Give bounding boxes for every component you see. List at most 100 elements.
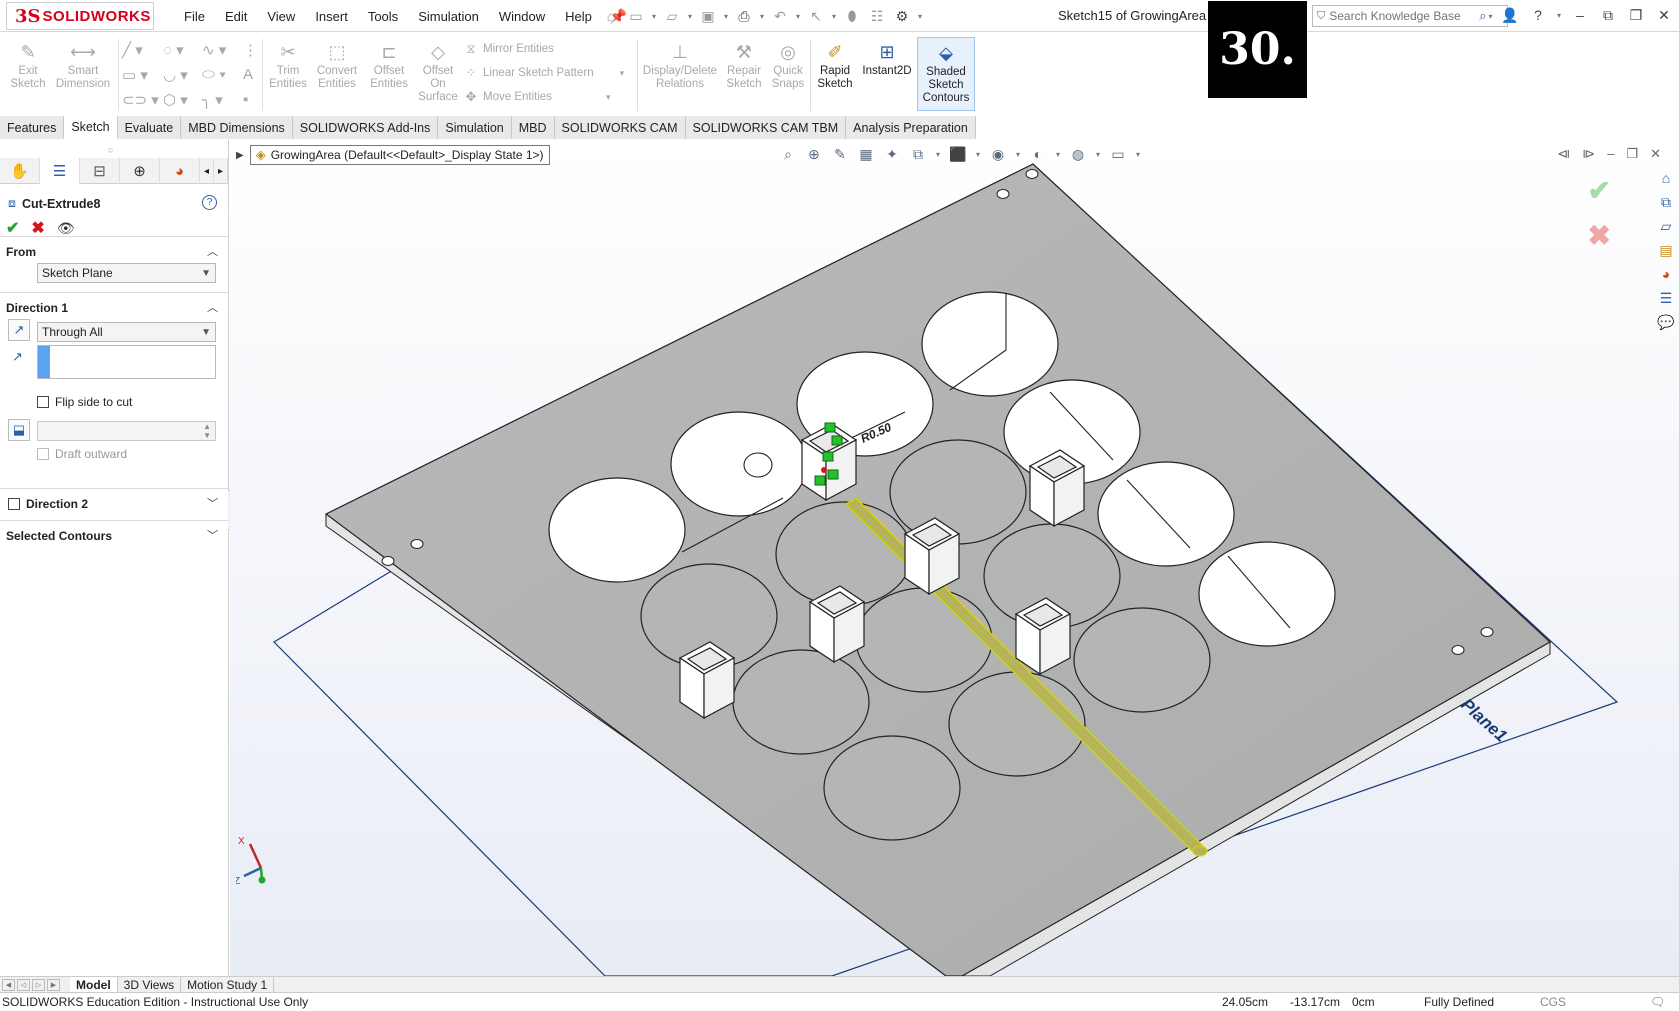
chevron-down-icon[interactable]: ▾ — [830, 12, 838, 21]
zoom-area-icon[interactable]: ⊕ — [804, 144, 824, 164]
previous-view-icon[interactable]: ✎ — [830, 144, 850, 164]
circle-icon[interactable]: ◌ ▾ — [163, 41, 184, 59]
instant2d-button[interactable]: ⊞ Instant2D — [860, 39, 914, 78]
quick-snaps-button[interactable]: ◎ Quick Snaps — [768, 39, 808, 91]
draft-icon[interactable]: ⬓ — [8, 419, 30, 441]
fillet-icon[interactable]: ╮ ▾ — [202, 91, 223, 109]
solidworks-logo[interactable]: 3S SOLIDWORKS — [6, 2, 154, 30]
previous-document-icon[interactable]: ⧏ — [1557, 146, 1570, 162]
selected-contours-section[interactable]: Selected Contours ﹀ — [0, 520, 228, 552]
convert-entities-button[interactable]: ⬚ Convert Entities — [312, 39, 362, 91]
tab-solidworks-cam[interactable]: SOLIDWORKS CAM — [554, 116, 686, 139]
solidworks-resources-icon[interactable]: ⌂ — [1655, 168, 1677, 188]
cancel-x-icon[interactable]: ✖ — [31, 218, 44, 238]
menu-insert[interactable]: Insert — [305, 9, 358, 24]
help-icon[interactable]: ? — [1527, 4, 1549, 26]
reverse-direction-icon[interactable]: ↗ — [8, 319, 30, 341]
menu-help[interactable]: Help — [555, 9, 602, 24]
feature-manager-tab-icon[interactable]: ✋ — [0, 158, 40, 184]
restore-down-icon[interactable]: ❐ — [1625, 4, 1647, 26]
appearances-icon[interactable]: ◕ — [1655, 264, 1677, 284]
chevron-down-icon[interactable]: ▾ — [1094, 150, 1102, 159]
apply-scene-icon[interactable]: ◍ — [1068, 144, 1088, 164]
solidworks-forum-icon[interactable]: 💬 — [1655, 312, 1677, 332]
minimize-icon[interactable]: – — [1569, 4, 1591, 26]
dimxpert-tab-icon[interactable]: ⊕ — [120, 158, 160, 184]
minimize-icon[interactable]: – — [1607, 146, 1614, 162]
search-input[interactable] — [1329, 9, 1480, 23]
offset-entities-button[interactable]: ⊏ Offset Entities — [364, 39, 414, 91]
print-icon[interactable]: ⎙ — [733, 5, 755, 27]
shaded-sketch-contours-button[interactable]: ⬙ Shaded Sketch Contours — [917, 37, 975, 111]
view-palette-icon[interactable]: ▤ — [1655, 240, 1677, 260]
chevron-up-icon[interactable]: ︿ — [207, 299, 218, 315]
view-orientation-icon[interactable]: ⧉ — [908, 144, 928, 164]
chevron-down-icon[interactable]: ▾ — [1054, 150, 1062, 159]
design-library-icon[interactable]: ⧉ — [1655, 192, 1677, 212]
line-icon[interactable]: ╱ ▾ — [122, 41, 143, 59]
rectangle-icon[interactable]: ▭ ▾ — [122, 66, 148, 84]
menu-edit[interactable]: Edit — [215, 9, 257, 24]
end-condition-select[interactable]: Through All ▼ — [37, 322, 216, 342]
rapid-sketch-button[interactable]: ✐ Rapid Sketch — [814, 39, 856, 91]
tree-root-node[interactable]: ◈ GrowingArea (Default<<Default>_Display… — [249, 145, 550, 165]
select-arrow-icon[interactable]: ↖ — [805, 5, 827, 27]
chevron-down-icon[interactable]: ▾ — [758, 12, 766, 21]
direction2-section[interactable]: Direction 2 ﹀ — [0, 488, 228, 520]
open-folder-icon[interactable]: ▱ — [661, 5, 683, 27]
hole[interactable] — [670, 411, 808, 517]
move-entities-button[interactable]: ✥ Move Entities ▾ — [463, 89, 611, 105]
direction-selection-box[interactable] — [37, 345, 216, 379]
hole[interactable] — [855, 587, 993, 693]
tab-3d-views[interactable]: 3D Views — [118, 976, 182, 993]
tab-features[interactable]: Features — [0, 116, 65, 139]
property-manager-tab-icon[interactable]: ☰ — [40, 158, 80, 184]
search-knowledge-base[interactable]: ⛉ ⌕ ▾ — [1312, 5, 1508, 27]
trim-entities-button[interactable]: ✂ Trim Entities — [266, 39, 310, 91]
section-view-icon[interactable]: ▦ — [856, 144, 876, 164]
save-icon[interactable]: ▣ — [697, 5, 719, 27]
next-tab-icon[interactable]: ▷ — [32, 978, 45, 991]
chevron-down-icon[interactable]: ▾ — [1014, 150, 1022, 159]
new-document-icon[interactable]: ▭ — [625, 5, 647, 27]
repair-sketch-button[interactable]: ⚒ Repair Sketch — [722, 39, 766, 91]
hole[interactable] — [548, 477, 686, 583]
flip-side-checkbox[interactable] — [37, 396, 49, 408]
chevron-down-icon[interactable]: ▾ — [650, 12, 658, 21]
chevron-down-icon[interactable]: ▾ — [686, 12, 694, 21]
preview-eye-icon[interactable]: 👁 — [57, 220, 75, 237]
tab-motion-study-1[interactable]: Motion Study 1 — [181, 976, 275, 993]
chevron-up-icon[interactable]: ︿ — [207, 243, 218, 259]
chevron-down-icon[interactable]: ▾ — [934, 150, 942, 159]
hole[interactable] — [823, 735, 961, 841]
view-settings-icon[interactable]: ▭ — [1108, 144, 1128, 164]
display-delete-relations-button[interactable]: ⊥ Display/Delete Relations — [640, 39, 720, 91]
tab-evaluate[interactable]: Evaluate — [117, 116, 182, 139]
smart-dimension-button[interactable]: ⟷ Smart Dimension — [52, 39, 114, 91]
sketch-grid-icon[interactable]: ⋮ — [243, 41, 258, 59]
chevron-down-icon[interactable]: ▾ — [974, 150, 982, 159]
configuration-manager-tab-icon[interactable]: ⊟ — [80, 158, 120, 184]
chevron-down-icon[interactable]: ▾ — [916, 12, 924, 21]
tab-solidworks-add-ins[interactable]: SOLIDWORKS Add-Ins — [292, 116, 439, 139]
chevron-down-icon[interactable]: ﹀ — [207, 495, 218, 511]
tab-sketch[interactable]: Sketch — [64, 116, 118, 139]
linear-sketch-pattern-button[interactable]: ⁘ Linear Sketch Pattern ▾ — [463, 65, 625, 81]
cancel-x-icon[interactable]: ✖ — [1588, 219, 1611, 252]
hole[interactable] — [921, 291, 1059, 397]
menu-tools[interactable]: Tools — [358, 9, 408, 24]
custom-properties-icon[interactable]: ☰ — [1655, 288, 1677, 308]
chevron-down-icon[interactable]: ▾ — [1555, 11, 1563, 20]
chevron-down-icon[interactable]: ▾ — [722, 12, 730, 21]
expand-arrow-icon[interactable]: ▶ — [236, 150, 244, 161]
close-icon[interactable]: ✕ — [1650, 146, 1661, 162]
graphics-area[interactable]: R0.50 Plane1 ▶ ◈ GrowingArea (Default<<D… — [230, 140, 1679, 976]
help-icon[interactable]: ? — [202, 195, 217, 210]
menu-simulation[interactable]: Simulation — [408, 9, 489, 24]
menu-view[interactable]: View — [257, 9, 305, 24]
restore-icon[interactable]: ⧉ — [1597, 4, 1619, 26]
first-tab-icon[interactable]: ◀ — [2, 978, 15, 991]
display-style-icon[interactable]: ⬛ — [948, 144, 968, 164]
hide-show-items-icon[interactable]: ◉ — [988, 144, 1008, 164]
chat-bubble-icon[interactable]: 🗨 — [1650, 995, 1665, 1009]
